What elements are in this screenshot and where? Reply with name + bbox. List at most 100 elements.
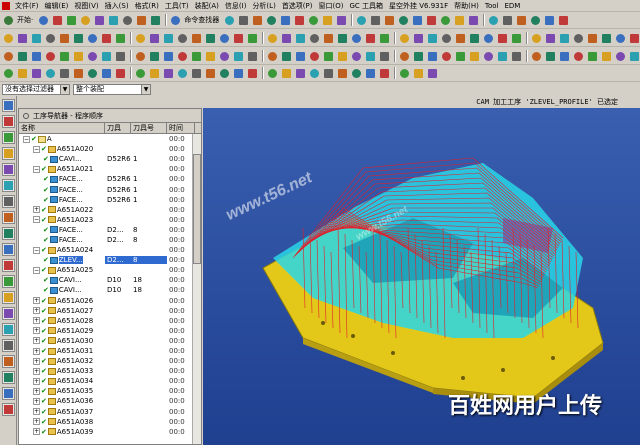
open-icon[interactable] (232, 67, 245, 80)
column-header-time[interactable]: 时间 (167, 123, 195, 133)
settings-icon[interactable] (2, 339, 15, 352)
paste-icon[interactable] (412, 32, 425, 45)
redo-icon[interactable] (322, 67, 335, 80)
column-header-tool[interactable]: 刀具 (105, 123, 131, 133)
navigator-scrollbar[interactable] (192, 134, 201, 444)
program-group-row[interactable]: + ✔ A651A038 00:0 (19, 417, 201, 427)
tool-icon[interactable] (86, 32, 99, 45)
verify-icon[interactable] (482, 50, 495, 63)
program-group-row[interactable]: − ✔ A 00:0 (19, 134, 201, 144)
system-materials-icon[interactable] (2, 227, 15, 240)
expand-icon[interactable]: + (33, 307, 40, 315)
verify-icon[interactable] (355, 14, 368, 27)
reuse-library-icon[interactable] (2, 179, 15, 192)
layer-icon[interactable] (204, 32, 217, 45)
history-icon[interactable] (2, 211, 15, 224)
column-header-tool-number[interactable]: 刀具号 (131, 123, 167, 133)
tool-icon[interactable] (169, 14, 182, 27)
geometry-icon[interactable] (100, 32, 113, 45)
operation-row[interactable]: ✔ FACE... D52R6 1 00:0 (19, 184, 201, 194)
operation-icon[interactable] (454, 50, 467, 63)
start-icon[interactable] (2, 14, 15, 27)
render-icon[interactable] (232, 50, 245, 63)
program-group-row[interactable]: − ✔ A651A023 00:0 (19, 215, 201, 225)
menu-edm[interactable]: EDM (501, 2, 523, 10)
pan-icon[interactable] (190, 50, 203, 63)
help-icon[interactable] (2, 307, 15, 320)
layer-icon[interactable] (397, 14, 410, 27)
layer-icon[interactable] (86, 67, 99, 80)
geometry-icon[interactable] (293, 14, 306, 27)
program-group-row[interactable]: + ✔ A651A037 00:0 (19, 407, 201, 417)
expand-icon[interactable]: + (33, 377, 40, 385)
menu-assembly[interactable]: 装配(A) (192, 1, 222, 11)
zoom-icon[interactable] (148, 67, 161, 80)
program-group-row[interactable]: + ✔ A651A027 00:0 (19, 306, 201, 316)
undo-icon[interactable] (426, 32, 439, 45)
generate-icon[interactable] (412, 67, 425, 80)
cut-icon[interactable] (378, 32, 391, 45)
save-icon[interactable] (308, 50, 321, 63)
training-icon[interactable] (2, 291, 15, 304)
palette-icon[interactable] (2, 275, 15, 288)
render-icon[interactable] (487, 14, 500, 27)
undo-icon[interactable] (237, 14, 250, 27)
pan-icon[interactable] (572, 50, 585, 63)
expand-icon[interactable]: + (33, 327, 40, 335)
copy-icon[interactable] (398, 32, 411, 45)
paste-icon[interactable] (30, 32, 43, 45)
tool-icon[interactable] (30, 50, 43, 63)
wire-icon[interactable] (628, 50, 640, 63)
snap-icon[interactable] (266, 50, 279, 63)
delete-icon[interactable] (398, 50, 411, 63)
shop-doc-icon[interactable] (510, 50, 523, 63)
layer-icon[interactable] (148, 50, 161, 63)
operation-row[interactable]: ✔ FACE... D2... 8 00:0 (19, 235, 201, 245)
menu-help[interactable]: 帮助(H) (451, 1, 482, 11)
wire-icon[interactable] (308, 32, 321, 45)
program-group-row[interactable]: + ✔ A651A039 00:0 (19, 427, 201, 437)
redo-icon[interactable] (251, 14, 264, 27)
operation-icon[interactable] (72, 50, 85, 63)
operation-row[interactable]: ✔ FACE... D52R6 1 00:0 (19, 174, 201, 184)
generate-icon[interactable] (530, 32, 543, 45)
expand-icon[interactable]: + (33, 418, 40, 426)
operation-row[interactable]: ✔ CAVI... D10 18 00:0 (19, 275, 201, 285)
program-group-row[interactable]: − ✔ A651A020 00:0 (19, 144, 201, 154)
view-icon[interactable] (600, 32, 613, 45)
program-group-row[interactable]: − ✔ A651A024 00:0 (19, 245, 201, 255)
expand-icon[interactable]: + (33, 357, 40, 365)
program-group-row[interactable]: + ✔ A651A030 00:0 (19, 336, 201, 346)
pan-icon[interactable] (439, 14, 452, 27)
menu-window[interactable]: 窗口(O) (316, 1, 347, 11)
collapse-icon[interactable]: − (33, 216, 40, 224)
web-browser-icon[interactable] (2, 195, 15, 208)
render-icon[interactable] (614, 50, 627, 63)
fit-icon[interactable] (280, 32, 293, 45)
process-studio-icon[interactable] (2, 243, 15, 256)
program-group-row[interactable]: + ✔ A651A034 00:0 (19, 376, 201, 386)
redo-icon[interactable] (440, 32, 453, 45)
postprocess-icon[interactable] (114, 50, 127, 63)
redo-icon[interactable] (135, 14, 148, 27)
method-icon[interactable] (496, 32, 509, 45)
rotate-icon[interactable] (614, 32, 627, 45)
view-icon[interactable] (162, 50, 175, 63)
verify-icon[interactable] (162, 32, 175, 45)
pin-icon[interactable] (23, 112, 29, 119)
copy-icon[interactable] (280, 67, 293, 80)
expand-icon[interactable]: + (33, 428, 40, 436)
open-icon[interactable] (543, 14, 556, 27)
wire-icon[interactable] (501, 14, 514, 27)
menu-info[interactable]: 信息(I) (222, 1, 250, 11)
delete-icon[interactable] (265, 14, 278, 27)
menu-view[interactable]: 视图(V) (71, 1, 101, 11)
program-group-row[interactable]: + ✔ A651A028 00:0 (19, 316, 201, 326)
layer-icon[interactable] (586, 32, 599, 45)
operation-navigator-icon[interactable] (2, 147, 15, 160)
expand-icon[interactable]: + (33, 387, 40, 395)
postprocess-icon[interactable] (496, 50, 509, 63)
constraint-navigator-icon[interactable] (2, 115, 15, 128)
info-icon[interactable] (2, 371, 15, 384)
verify-icon[interactable] (544, 32, 557, 45)
